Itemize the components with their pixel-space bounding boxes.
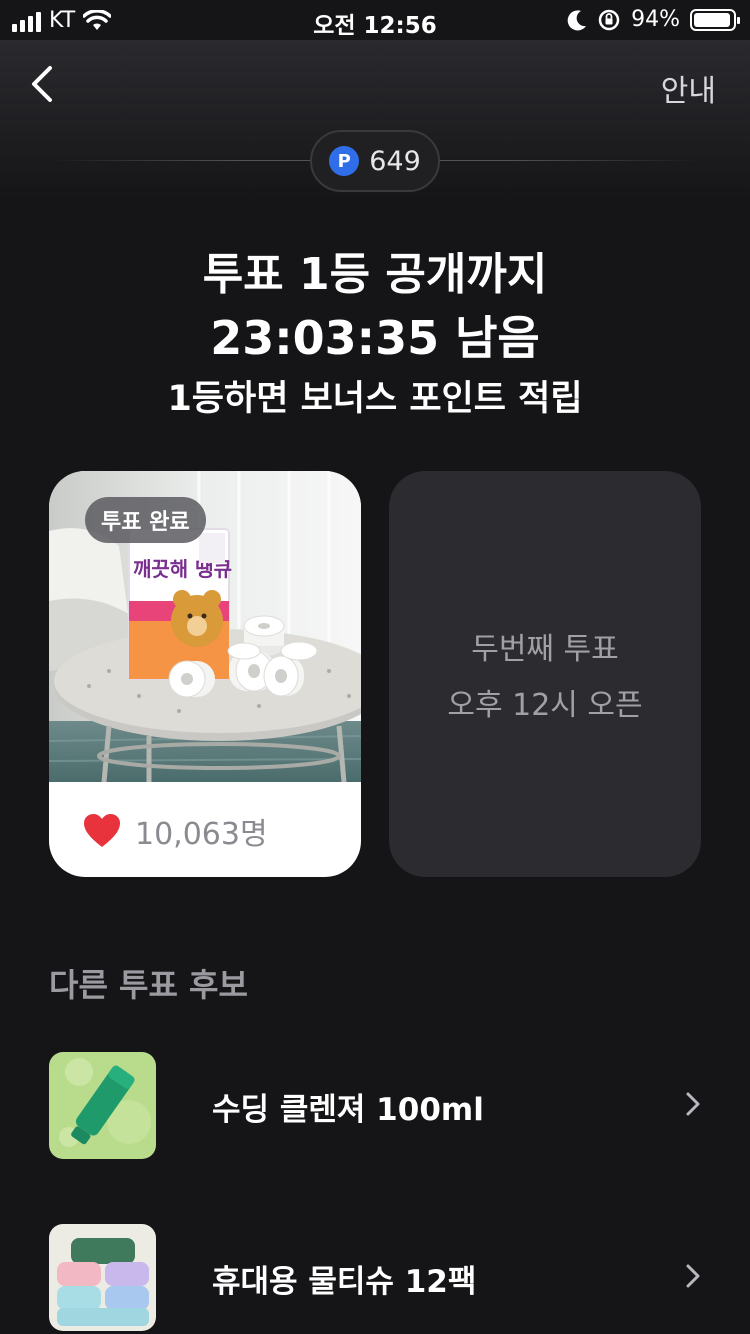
candidate-item[interactable]: 휴대용 물티슈 12팩 xyxy=(49,1224,701,1332)
points-badge[interactable]: P 649 xyxy=(310,130,440,192)
chevron-left-icon xyxy=(32,66,52,102)
candidate-thumbnail xyxy=(49,1052,156,1159)
point-icon: P xyxy=(329,146,360,176)
candidate-thumbnail xyxy=(49,1224,156,1331)
next-vote-time: 오후 12시 오픈 xyxy=(447,688,643,723)
status-bar: KT 오전 12:56 94% xyxy=(0,0,750,40)
countdown-heading: 투표 1등 공개까지 xyxy=(202,249,548,300)
candidate-name: 수딩 클렌져 100ml xyxy=(212,1092,484,1128)
points-value: 649 xyxy=(369,145,421,177)
candidates-section-title: 다른 투표 후보 xyxy=(49,966,248,1004)
chevron-right-icon xyxy=(686,1264,700,1288)
candidate-item[interactable]: 수딩 클렌져 100ml xyxy=(49,1052,701,1160)
likes-count: 10,063명 xyxy=(135,817,268,852)
chevron-right-icon xyxy=(686,1092,700,1116)
battery-icon xyxy=(690,8,740,31)
bonus-subtitle: 1등하면 보너스 포인트 적립 xyxy=(167,379,583,419)
heart-icon xyxy=(84,814,120,847)
next-vote-card: 두번째 투표 오후 12시 오픈 xyxy=(389,471,701,877)
guide-button[interactable]: 안내 xyxy=(661,66,716,110)
vote-complete-badge: 투표 완료 xyxy=(85,497,206,543)
rotation-lock-icon xyxy=(598,9,620,30)
battery-percent: 94% xyxy=(631,7,680,32)
voted-product-card[interactable]: 깨끗해 땡큐 투표 완료 10,063명 xyxy=(49,471,361,877)
status-right: 94% xyxy=(567,7,740,32)
battery-level xyxy=(694,12,730,27)
candidate-name: 휴대용 물티슈 12팩 xyxy=(212,1264,477,1300)
moon-icon xyxy=(567,9,587,30)
countdown-timer: 23:03:35 남음 xyxy=(210,311,540,365)
next-vote-title: 두번째 투표 xyxy=(471,632,619,667)
likes-row: 10,063명 xyxy=(83,809,268,853)
back-button[interactable] xyxy=(24,62,64,106)
